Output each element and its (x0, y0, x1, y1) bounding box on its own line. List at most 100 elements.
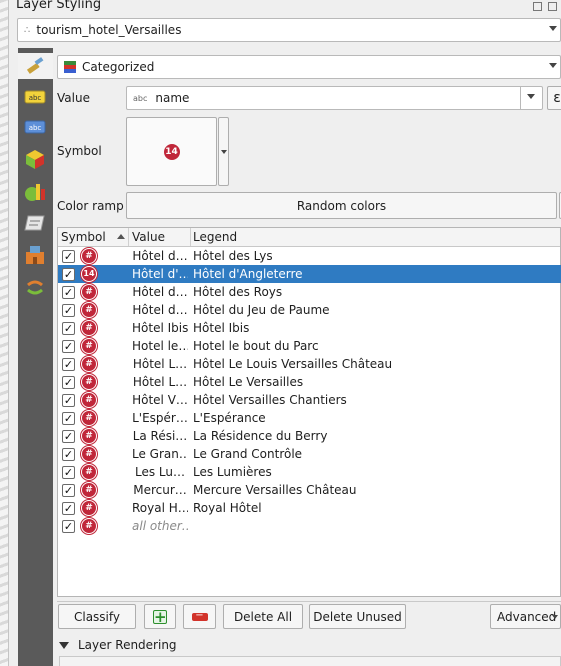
visibility-checkbox[interactable]: ✓ (62, 322, 75, 335)
classify-button[interactable]: Classify (58, 604, 136, 629)
hotel-marker-icon[interactable]: 14 (81, 266, 97, 282)
category-value[interactable]: Hôtel d'… (132, 267, 188, 281)
table-row[interactable]: ✓ # Hôtel Ibis Hôtel Ibis (58, 319, 561, 337)
hotel-marker-icon[interactable]: # (81, 284, 97, 300)
add-category-button[interactable]: + (144, 604, 176, 629)
category-value[interactable]: Hôtel d… (132, 249, 188, 263)
diagrams-tab[interactable] (22, 178, 48, 204)
category-value[interactable]: Hôtel d… (132, 303, 188, 317)
table-row[interactable]: ✓ # Hôtel V… Hôtel Versailles Chantiers (58, 391, 561, 409)
category-legend[interactable]: L'Espérance (193, 411, 266, 425)
category-legend[interactable]: Hôtel Le Versailles (193, 375, 303, 389)
visibility-checkbox[interactable]: ✓ (62, 412, 75, 425)
header-legend[interactable]: Legend (193, 230, 237, 244)
symbol-menu-button[interactable] (218, 117, 229, 186)
hotel-marker-icon[interactable]: # (81, 320, 97, 336)
category-legend[interactable]: Hôtel Ibis (193, 321, 249, 335)
visibility-checkbox[interactable]: ✓ (62, 448, 75, 461)
category-value[interactable]: Hôtel L… (132, 357, 188, 371)
visibility-checkbox[interactable]: ✓ (62, 376, 75, 389)
expression-button[interactable]: ε (547, 86, 561, 110)
remove-category-button[interactable]: − (183, 604, 216, 629)
labels-tab[interactable]: abc (22, 84, 48, 110)
category-value[interactable]: Mercur… (132, 483, 188, 497)
category-value[interactable]: Hôtel L… (132, 375, 188, 389)
category-legend[interactable]: Hôtel Versailles Chantiers (193, 393, 347, 407)
hotel-marker-icon[interactable]: # (81, 428, 97, 444)
hotel-marker-icon[interactable]: # (81, 338, 97, 354)
category-legend[interactable]: Hôtel du Jeu de Paume (193, 303, 330, 317)
category-legend[interactable]: Le Grand Contrôle (193, 447, 302, 461)
header-symbol[interactable]: Symbol (61, 230, 106, 244)
hotel-marker-icon[interactable]: # (81, 374, 97, 390)
visibility-checkbox[interactable]: ✓ (62, 484, 75, 497)
table-row[interactable]: ✓ # L'Espér… L'Espérance (58, 409, 561, 427)
category-legend[interactable]: Mercure Versailles Château (193, 483, 357, 497)
source-fields-tab[interactable] (22, 210, 48, 236)
table-row[interactable]: ✓ 14 Hôtel d'… Hôtel d'Angleterre (58, 265, 561, 283)
visibility-checkbox[interactable]: ✓ (62, 268, 75, 281)
hotel-marker-icon[interactable]: # (81, 482, 97, 498)
visibility-checkbox[interactable]: ✓ (62, 340, 75, 353)
category-legend[interactable]: La Résidence du Berry (193, 429, 327, 443)
table-row[interactable]: ✓ # Hôtel L… Hôtel Le Louis Versailles Chât… (58, 355, 561, 373)
category-value[interactable]: all other… (132, 519, 188, 533)
delete-all-button[interactable]: Delete All (223, 604, 303, 629)
hotel-marker-icon[interactable]: # (81, 464, 97, 480)
category-legend[interactable]: Les Lumières (193, 465, 272, 479)
category-value[interactable]: L'Espér… (132, 411, 188, 425)
category-value[interactable]: La Rési… (132, 429, 188, 443)
category-value[interactable]: Les Lu… (132, 465, 188, 479)
visibility-checkbox[interactable]: ✓ (62, 250, 75, 263)
layer-rendering-toggle[interactable]: Layer Rendering (59, 637, 177, 653)
visibility-checkbox[interactable]: ✓ (62, 520, 75, 533)
category-value[interactable]: Hotel le… (132, 339, 188, 353)
visibility-checkbox[interactable]: ✓ (62, 466, 75, 479)
hotel-marker-icon[interactable]: # (81, 500, 97, 516)
value-field-select[interactable]: abc name (126, 86, 543, 110)
category-legend[interactable]: Hôtel d'Angleterre (193, 267, 303, 281)
table-row[interactable]: ✓ # La Rési… La Résidence du Berry (58, 427, 561, 445)
hotel-marker-icon[interactable]: # (81, 410, 97, 426)
close-icon[interactable] (548, 2, 557, 11)
advanced-button[interactable]: Advanced (490, 604, 561, 629)
table-row[interactable]: ✓ # Les Lu… Les Lumières (58, 463, 561, 481)
category-value[interactable]: Royal H… (132, 501, 188, 515)
table-row[interactable]: ✓ # Hôtel d… Hôtel du Jeu de Paume (58, 301, 561, 319)
renderer-select[interactable]: Categorized (57, 55, 561, 79)
visibility-checkbox[interactable]: ✓ (62, 394, 75, 407)
hotel-marker-icon[interactable]: # (81, 356, 97, 372)
delete-unused-button[interactable]: Delete Unused (309, 604, 406, 629)
history-tab[interactable] (22, 274, 48, 300)
table-row[interactable]: ✓ # Hôtel d… Hôtel des Lys (58, 247, 561, 265)
visibility-checkbox[interactable]: ✓ (62, 502, 75, 515)
category-value[interactable]: Le Gran… (132, 447, 188, 461)
hotel-marker-icon[interactable]: # (81, 392, 97, 408)
category-legend[interactable]: Hôtel des Lys (193, 249, 273, 263)
3d-view-tab[interactable] (22, 146, 48, 172)
hotel-marker-icon[interactable]: # (81, 302, 97, 318)
layer-select[interactable]: ∴ tourism_hotel_Versailles (17, 18, 561, 42)
visibility-checkbox[interactable]: ✓ (62, 358, 75, 371)
table-row[interactable]: ✓ # Mercur… Mercure Versailles Château (58, 481, 561, 499)
table-row[interactable]: ✓ # Royal H… Royal Hôtel (58, 499, 561, 517)
header-value[interactable]: Value (132, 230, 165, 244)
category-value[interactable]: Hôtel Ibis (132, 321, 188, 335)
table-row[interactable]: ✓ # Hôtel L… Hôtel Le Versailles (58, 373, 561, 391)
category-legend[interactable]: Royal Hôtel (193, 501, 262, 515)
masks-tab[interactable]: abc (22, 114, 48, 140)
table-row[interactable]: ✓ # Hotel le… Hotel le bout du Parc (58, 337, 561, 355)
visibility-checkbox[interactable]: ✓ (62, 304, 75, 317)
visibility-checkbox[interactable]: ✓ (62, 430, 75, 443)
category-value[interactable]: Hôtel V… (132, 393, 188, 407)
visibility-checkbox[interactable]: ✓ (62, 286, 75, 299)
category-value[interactable]: Hôtel d… (132, 285, 188, 299)
color-ramp-button[interactable]: Random colors (126, 192, 557, 219)
hotel-marker-icon[interactable]: # (81, 248, 97, 264)
symbol-button[interactable]: 14 (126, 117, 217, 186)
hotel-marker-icon[interactable]: # (81, 518, 97, 534)
table-row[interactable]: ✓ # Hôtel d… Hôtel des Roys (58, 283, 561, 301)
category-legend[interactable]: Hôtel des Roys (193, 285, 282, 299)
category-legend[interactable]: Hotel le bout du Parc (193, 339, 319, 353)
table-row[interactable]: ✓ # Le Gran… Le Grand Contrôle (58, 445, 561, 463)
